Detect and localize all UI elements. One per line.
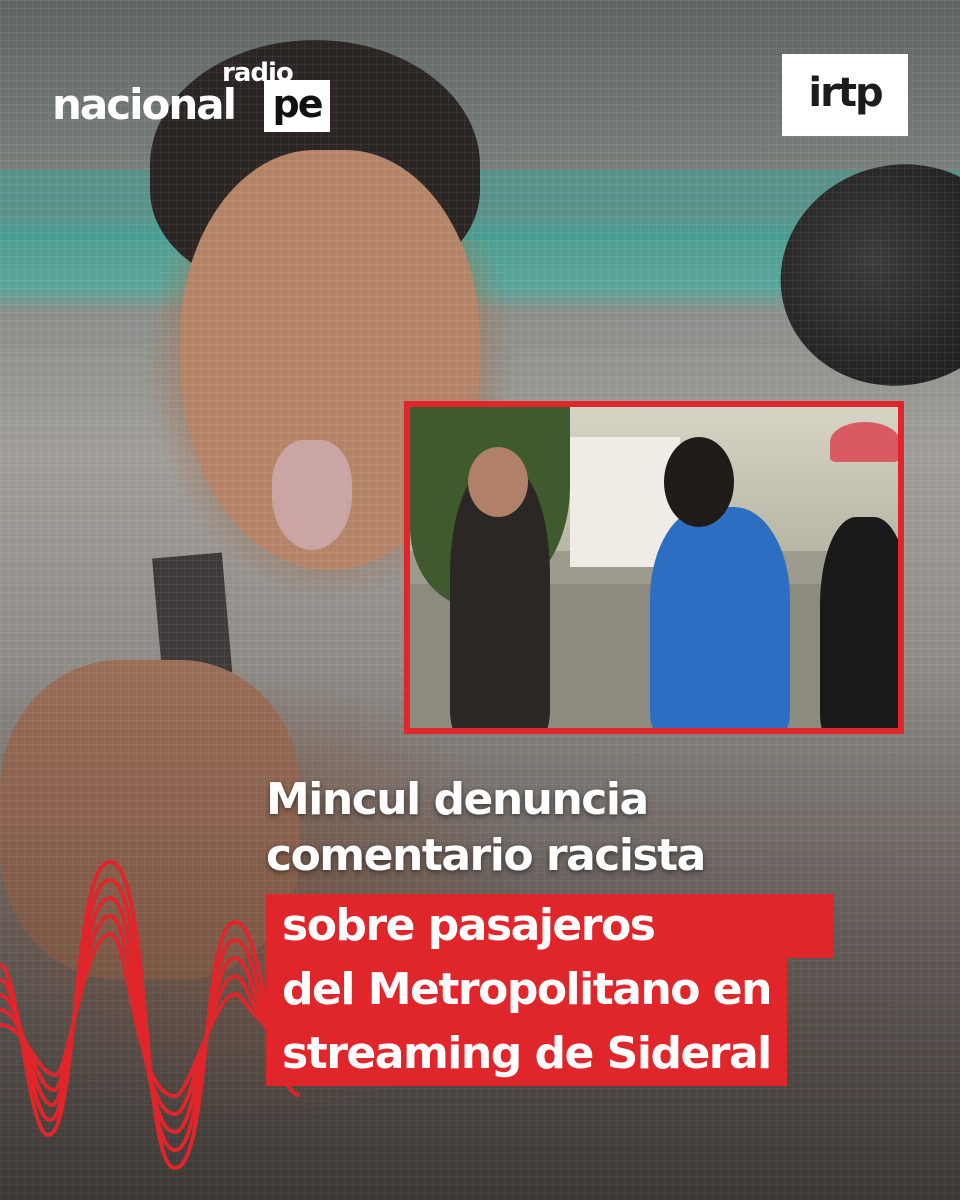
- inset-person-center-head: [664, 437, 734, 527]
- logo-nacional-text: nacional: [52, 80, 237, 129]
- headline: Mincul denuncia comentario racista sobre…: [266, 772, 926, 1086]
- headline-line-5: streaming de Sideral: [266, 1022, 787, 1086]
- inset-person-right: [820, 517, 898, 728]
- headline-highlight-block: sobre pasajeros del Metropolitano en str…: [266, 894, 926, 1086]
- headline-line-2: comentario racista: [266, 830, 706, 881]
- logo-pe-badge: pe: [264, 80, 330, 132]
- news-card: radio nacional pe irtp Mincul denuncia c…: [0, 0, 960, 1200]
- sound-wave-icon: [0, 859, 300, 1171]
- inset-person-center: [650, 507, 790, 728]
- irtp-logo: irtp: [782, 54, 908, 136]
- inset-person-left-head: [468, 447, 528, 517]
- headline-line-4: del Metropolitano en: [266, 958, 787, 1022]
- headline-line-3: sobre pasajeros: [266, 894, 835, 958]
- headline-line-1: Mincul denuncia: [266, 774, 649, 825]
- radio-nacional-logo: radio nacional pe: [52, 58, 332, 138]
- inset-person-right-cap: [830, 422, 898, 462]
- inset-video-frame: [404, 401, 904, 734]
